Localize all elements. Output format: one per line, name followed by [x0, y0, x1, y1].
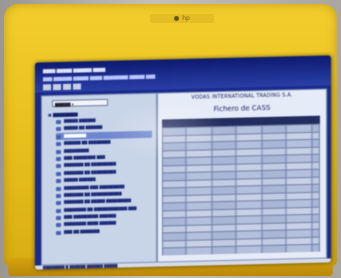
data-grid[interactable]	[162, 115, 320, 256]
folder-icon	[56, 119, 61, 125]
toolbar-button[interactable]	[43, 84, 51, 91]
folder-icon	[56, 208, 61, 213]
folder-icon	[56, 201, 61, 206]
toolbar-button[interactable]	[73, 83, 81, 90]
folder-icon	[56, 127, 61, 132]
folder-icon	[56, 186, 61, 191]
app-titlebar: ▇▇▇▇ ▇▇▇▇▇ ▇▇▇▇▇▇ ▇▇▇▇ ▇▇▇ ▇▇▇▇▇▇ ▇▇▇▇▇ …	[35, 55, 331, 93]
folder-icon	[56, 142, 61, 147]
content-pane: VODAS INTERNATIONAL TRADING S.A. Fichero…	[157, 88, 327, 263]
toolbar-button[interactable]	[53, 83, 61, 91]
folder-icon	[56, 156, 61, 162]
titlebar-text: ▇▇▇▇ ▇▇▇▇▇ ▇▇▇▇▇▇ ▇▇▇▇	[43, 66, 106, 74]
panel-title: Fichero de CASS	[213, 103, 271, 114]
hp-logo-text: hp	[182, 15, 190, 22]
folder-icon	[56, 223, 61, 228]
folder-icon	[56, 171, 61, 176]
folder-icon	[56, 230, 61, 235]
tree-item[interactable]: ▇▇▇ ▇▇ ▇▇▇▇▇▇▇	[56, 227, 152, 237]
navigation-tree-pane: ▇▇▇▇▇ ▾ ▣ ▇▇▇▇▇▇▇▇ ▇▇▇▇▇ ▇▇▇▇▇▇ ▇▇▇▇▇ ▇▇…	[41, 92, 157, 266]
hp-logo-icon	[174, 16, 180, 21]
company-name: VODAS INTERNATIONAL TRADING S.A.	[191, 92, 293, 101]
folder-icon	[56, 216, 61, 221]
folder-icon	[56, 193, 61, 199]
folder-icon	[56, 179, 61, 184]
menubar[interactable]: ▇▇▇ ▇▇▇▇▇▇ ▇▇▇▇▇ ▇▇▇▇ ▇▇▇▇▇▇▇▇ ▇▇▇▇▇ ▇▇▇	[43, 74, 155, 82]
hp-logo: hp	[150, 14, 214, 23]
monitor-screen: ▇▇▇▇ ▇▇▇▇▇ ▇▇▇▇▇▇ ▇▇▇▇ ▇▇▇ ▇▇▇▇▇▇ ▇▇▇▇▇ …	[35, 55, 331, 270]
toolbar-button[interactable]	[63, 83, 71, 90]
folder-icon	[56, 134, 61, 139]
tree-root[interactable]: ▣ ▇▇▇▇▇▇▇▇	[48, 112, 78, 118]
company-select[interactable]: ▇▇▇▇▇ ▾	[52, 98, 108, 108]
folder-icon	[56, 164, 61, 169]
folder-icon	[56, 149, 61, 154]
tree-list: ▇▇▇▇▇ ▇▇▇▇▇▇ ▇▇▇▇▇ ▇▇ ▇▇▇▇▇▇ ▇▇▇▇▇▇▇▇ ▇▇…	[56, 116, 152, 237]
